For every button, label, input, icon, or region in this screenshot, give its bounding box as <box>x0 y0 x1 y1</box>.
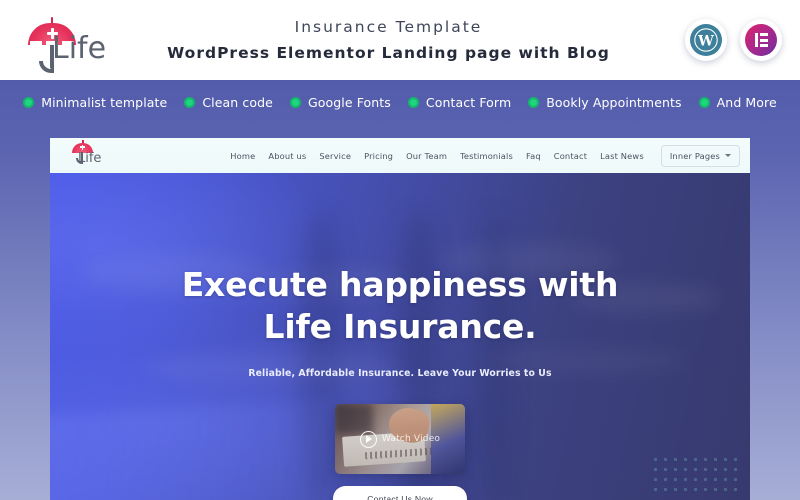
hero-section: Execute happiness with Life Insurance. R… <box>50 173 750 500</box>
bullet-icon <box>407 96 419 108</box>
watch-video-label: Watch Video <box>381 434 441 444</box>
contact-us-now-label: Contact Us Now <box>367 493 433 500</box>
feature-item: Clean code <box>184 95 273 110</box>
elementor-icon <box>745 24 777 56</box>
header-subtitle: Insurance Template <box>294 18 483 36</box>
site-umbrella-cross-horizontal <box>79 146 86 148</box>
background-figure-shadow <box>480 213 510 500</box>
site-navbar: Life Home About us Service Pricing Our T… <box>50 138 750 173</box>
feature-item: Google Fonts <box>289 94 391 110</box>
wordpress-icon: W <box>690 24 722 56</box>
nav-item-about-us[interactable]: About us <box>268 151 306 161</box>
feature-label: Contact Form <box>425 94 512 110</box>
nav-item-pricing[interactable]: Pricing <box>364 151 393 161</box>
feature-item: Contact Form <box>407 94 512 110</box>
bullet-icon <box>184 96 196 108</box>
nav-item-our-team[interactable]: Our Team <box>406 151 447 161</box>
brand-name: Life <box>52 31 107 66</box>
play-icon[interactable] <box>359 430 377 448</box>
nav-item-home[interactable]: Home <box>230 151 255 161</box>
header-title-block: Insurance Template WordPress Elementor L… <box>92 18 685 62</box>
top-header: Life Insurance Template WordPress Elemen… <box>0 0 800 80</box>
inner-pages-label: Inner Pages <box>669 150 720 161</box>
brand-logo[interactable]: Life <box>14 9 122 73</box>
chevron-down-icon <box>725 154 731 157</box>
site-nav-links: Home About us Service Pricing Our Team T… <box>230 144 740 167</box>
bullet-icon <box>23 96 35 108</box>
bullet-icon <box>528 96 540 108</box>
hero-subtitle: Reliable, Affordable Insurance. Leave Yo… <box>248 368 552 379</box>
decorative-dot-grid <box>654 458 744 498</box>
elementor-badge[interactable] <box>740 19 782 61</box>
feature-strip: Minimalist template Clean code Google Fo… <box>0 80 800 122</box>
site-logo[interactable]: Life <box>64 139 120 171</box>
feature-label: Minimalist template <box>41 94 168 110</box>
feature-label: And More <box>716 94 777 110</box>
site-brand-name: Life <box>78 150 102 166</box>
nav-item-faq[interactable]: Faq <box>526 151 541 161</box>
feature-item: Bookly Appointments <box>528 94 682 110</box>
header-title: WordPress Elementor Landing page with Bl… <box>167 44 610 62</box>
video-thumbnail-card[interactable]: Watch Video <box>335 404 465 474</box>
inner-pages-dropdown[interactable]: Inner Pages <box>660 144 740 167</box>
bullet-icon <box>698 96 710 108</box>
svg-text:W: W <box>697 33 714 49</box>
video-overlay[interactable]: Watch Video <box>335 404 465 474</box>
hero-title-line-1: Execute happiness with <box>181 265 619 304</box>
site-preview: Life Home About us Service Pricing Our T… <box>50 138 750 500</box>
nav-item-service[interactable]: Service <box>319 151 351 161</box>
hero-title-line-2: Life Insurance. <box>263 307 537 347</box>
nav-item-last-news[interactable]: Last News <box>600 151 644 161</box>
page-root: Life Insurance Template WordPress Elemen… <box>0 0 800 500</box>
contact-us-now-button[interactable]: Contact Us Now <box>333 486 467 500</box>
feature-item: Minimalist template <box>23 95 167 110</box>
header-badges: W <box>685 19 782 61</box>
feature-item: And More <box>698 94 777 110</box>
feature-label: Bookly Appointments <box>546 94 682 110</box>
feature-label: Clean code <box>202 94 273 110</box>
nav-item-testimonials[interactable]: Testimonials <box>460 151 513 161</box>
bullet-icon <box>289 96 301 108</box>
nav-item-contact[interactable]: Contact <box>554 151 587 161</box>
feature-label: Google Fonts <box>307 94 391 110</box>
hero-title: Execute happiness with Life Insurance. <box>50 264 750 348</box>
wordpress-badge[interactable]: W <box>685 19 727 61</box>
